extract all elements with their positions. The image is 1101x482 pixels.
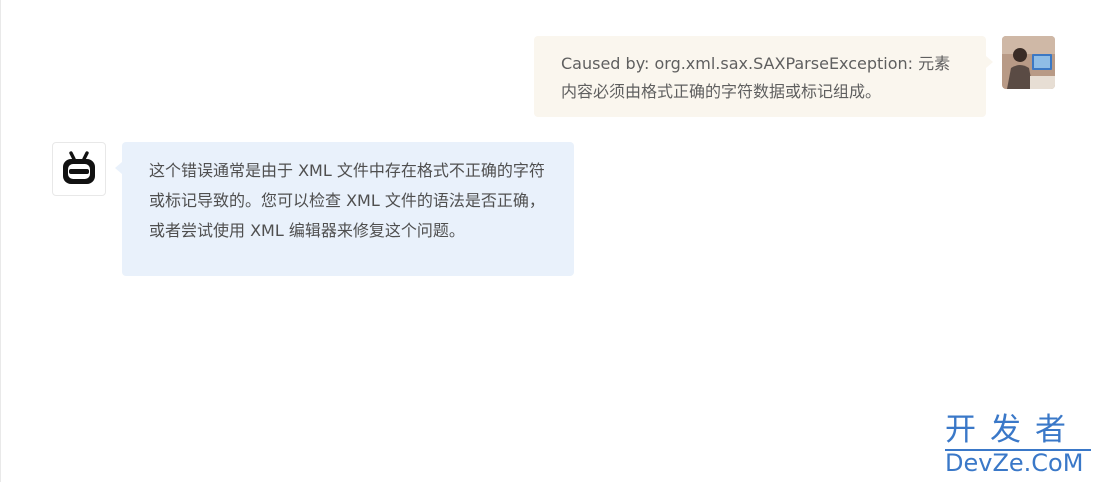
- user-message-text: Caused by: org.xml.sax.SAXParseException…: [561, 54, 951, 101]
- user-message-bubble: Caused by: org.xml.sax.SAXParseException…: [534, 36, 993, 117]
- chat-page: Caused by: org.xml.sax.SAXParseException…: [0, 0, 1101, 482]
- robot-icon: [63, 151, 95, 184]
- site-watermark: 开发者 DevZe.CoM: [945, 412, 1091, 477]
- bot-avatar[interactable]: [52, 142, 106, 196]
- user-photo-avatar-icon: [1002, 36, 1055, 89]
- user-avatar[interactable]: [1002, 36, 1055, 89]
- watermark-top-text: 开发者: [945, 412, 1080, 448]
- bot-message-bubble: 这个错误通常是由于 XML 文件中存在格式不正确的字符或标记导致的。您可以检查 …: [115, 142, 574, 276]
- watermark-bottom-text: DevZe.CoM: [945, 449, 1084, 477]
- bot-message-text: 这个错误通常是由于 XML 文件中存在格式不正确的字符或标记导致的。您可以检查 …: [149, 161, 545, 240]
